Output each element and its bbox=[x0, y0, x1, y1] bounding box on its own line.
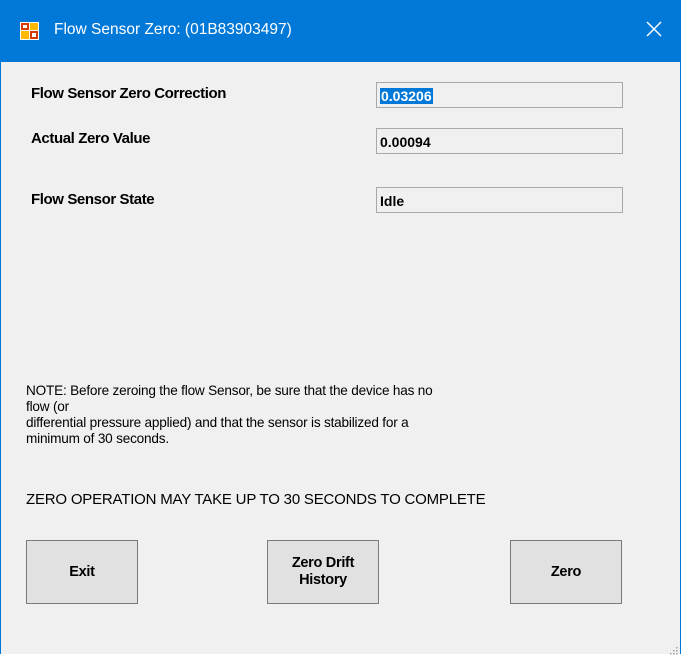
flow-sensor-zero-dialog: Flow Sensor Zero: (01B83903497) Flow Sen… bbox=[0, 0, 681, 655]
sensor-state-value: Idle bbox=[380, 193, 405, 209]
exit-button[interactable]: Exit bbox=[26, 540, 138, 604]
app-icon bbox=[20, 22, 39, 40]
zero-correction-label: Flow Sensor Zero Correction bbox=[31, 85, 227, 102]
zero-button-label: Zero bbox=[550, 563, 582, 580]
zero-correction-value: 0.03206 bbox=[380, 88, 433, 104]
close-icon bbox=[646, 21, 662, 42]
status-bar bbox=[1, 626, 680, 655]
window-title: Flow Sensor Zero: (01B83903497) bbox=[54, 21, 292, 38]
close-button[interactable] bbox=[626, 0, 681, 62]
title-bar[interactable]: Flow Sensor Zero: (01B83903497) bbox=[1, 0, 681, 62]
actual-zero-label: Actual Zero Value bbox=[31, 130, 151, 147]
zero-drift-label-line-2: History bbox=[299, 572, 347, 588]
sensor-state-label: Flow Sensor State bbox=[31, 191, 155, 208]
zero-duration-warning: ZERO OPERATION MAY TAKE UP TO 30 SECONDS… bbox=[26, 491, 486, 508]
zeroing-note: NOTE: Before zeroing the flow Sensor, be… bbox=[26, 383, 446, 447]
note-line-3: minimum of 30 seconds. bbox=[26, 431, 169, 446]
zero-button[interactable]: Zero bbox=[510, 540, 622, 604]
note-line-2: differential pressure applied) and that … bbox=[26, 415, 409, 430]
zero-drift-history-button[interactable]: Zero Drift History bbox=[267, 540, 379, 604]
exit-button-label: Exit bbox=[69, 563, 95, 580]
actual-zero-value: 0.00094 bbox=[380, 134, 431, 150]
zero-drift-label-line-1: Zero Drift bbox=[291, 555, 355, 571]
note-line-1: NOTE: Before zeroing the flow Sensor, be… bbox=[26, 383, 433, 414]
zero-correction-field[interactable]: 0.03206 bbox=[376, 82, 623, 108]
zero-drift-history-label: Zero Drift History bbox=[291, 555, 355, 589]
resize-grip-icon[interactable] bbox=[668, 642, 678, 655]
actual-zero-field[interactable]: 0.00094 bbox=[376, 128, 623, 154]
sensor-state-field[interactable]: Idle bbox=[376, 187, 623, 213]
